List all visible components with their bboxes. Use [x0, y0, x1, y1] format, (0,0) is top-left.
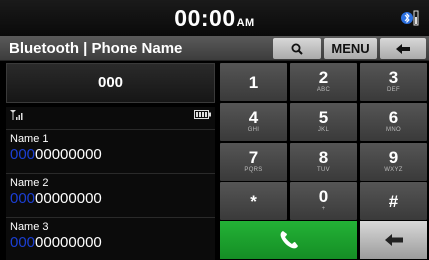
- contact-number-rest: 00000000: [35, 146, 102, 163]
- search-button[interactable]: [273, 38, 321, 59]
- title-bar: Bluetooth | Phone Name MENU: [0, 36, 429, 61]
- call-button[interactable]: [220, 221, 357, 259]
- keypad-key-1[interactable]: 1: [220, 63, 287, 101]
- key-letters: GHI: [247, 127, 260, 133]
- keypad-key-7[interactable]: 7 PQRS: [220, 143, 287, 181]
- keypad-key-3[interactable]: 3 DEF: [360, 63, 427, 101]
- key-digit: #: [388, 192, 399, 211]
- contact-number-match: 000: [10, 234, 36, 251]
- keypad-key-5[interactable]: 5 JKL: [290, 103, 357, 141]
- contact-number-rest: 00000000: [35, 190, 102, 207]
- key-letters: JKL: [317, 127, 330, 133]
- contact-item[interactable]: Name 2 00000000000: [6, 173, 215, 214]
- status-bar: 00:00AM: [0, 0, 429, 36]
- key-letters: TUV: [317, 167, 330, 173]
- key-letters: WXYZ: [384, 167, 403, 173]
- search-icon: [291, 43, 303, 55]
- key-digit: 6: [388, 108, 399, 127]
- key-digit: *: [250, 192, 257, 211]
- key-letters: ABC: [316, 87, 331, 93]
- contact-number: 00000000000: [10, 234, 102, 251]
- clock: 00:00AM: [0, 5, 429, 32]
- back-arrow-icon: [396, 44, 410, 54]
- page-title: Bluetooth | Phone Name: [9, 40, 183, 57]
- bluetooth-battery-icon: [401, 8, 419, 28]
- contact-name: Name 1: [10, 133, 49, 145]
- key-digit: 1: [248, 73, 259, 92]
- key-digit: 5: [318, 108, 329, 127]
- contact-number-match: 000: [10, 146, 36, 163]
- key-digit: 8: [318, 148, 329, 167]
- keypad-key-9[interactable]: 9 WXYZ: [360, 143, 427, 181]
- keypad-key-star[interactable]: *: [220, 182, 287, 220]
- phone-icon: [280, 231, 298, 249]
- contact-name: Name 3: [10, 221, 49, 233]
- back-button[interactable]: [380, 38, 426, 59]
- signal-icon: [10, 110, 23, 120]
- key-letters: MNO: [386, 127, 401, 133]
- clock-time: 00:00: [174, 5, 236, 31]
- keypad-key-hash[interactable]: #: [360, 182, 427, 220]
- keypad-key-2[interactable]: 2 ABC: [290, 63, 357, 101]
- menu-button[interactable]: MENU: [324, 38, 377, 59]
- key-digit: 7: [248, 148, 259, 167]
- clock-ampm: AM: [236, 17, 255, 29]
- contact-number-rest: 00000000: [35, 234, 102, 251]
- key-letters: PQRS: [244, 167, 263, 173]
- left-panel: 000 Name 1 00000000000 Name 2 0000000000…: [6, 63, 215, 260]
- contact-list[interactable]: Name 1 00000000000 Name 2 00000000000 Na…: [6, 107, 215, 260]
- dialed-number-display: 000: [6, 63, 215, 103]
- keypad-key-0[interactable]: 0 +: [290, 182, 357, 220]
- contact-number: 00000000000: [10, 146, 102, 163]
- key-digit: 2: [318, 68, 329, 87]
- key-digit: 0: [318, 187, 329, 206]
- delete-button[interactable]: [360, 221, 427, 259]
- contact-number: 00000000000: [10, 190, 102, 207]
- contact-name: Name 2: [10, 177, 49, 189]
- contact-item[interactable]: Name 1 00000000000: [6, 129, 215, 170]
- contact-item[interactable]: Name 3 00000000000: [6, 217, 215, 258]
- key-letters: DEF: [387, 87, 400, 93]
- keypad-key-6[interactable]: 6 MNO: [360, 103, 427, 141]
- contact-number-match: 000: [10, 190, 36, 207]
- key-digit: 4: [248, 108, 259, 127]
- backspace-arrow-icon: [385, 234, 403, 246]
- key-digit: 9: [388, 148, 399, 167]
- keypad-key-4[interactable]: 4 GHI: [220, 103, 287, 141]
- keypad-key-8[interactable]: 8 TUV: [290, 143, 357, 181]
- key-digit: 3: [388, 68, 399, 87]
- key-letters: +: [321, 206, 326, 212]
- battery-icon: [194, 110, 211, 119]
